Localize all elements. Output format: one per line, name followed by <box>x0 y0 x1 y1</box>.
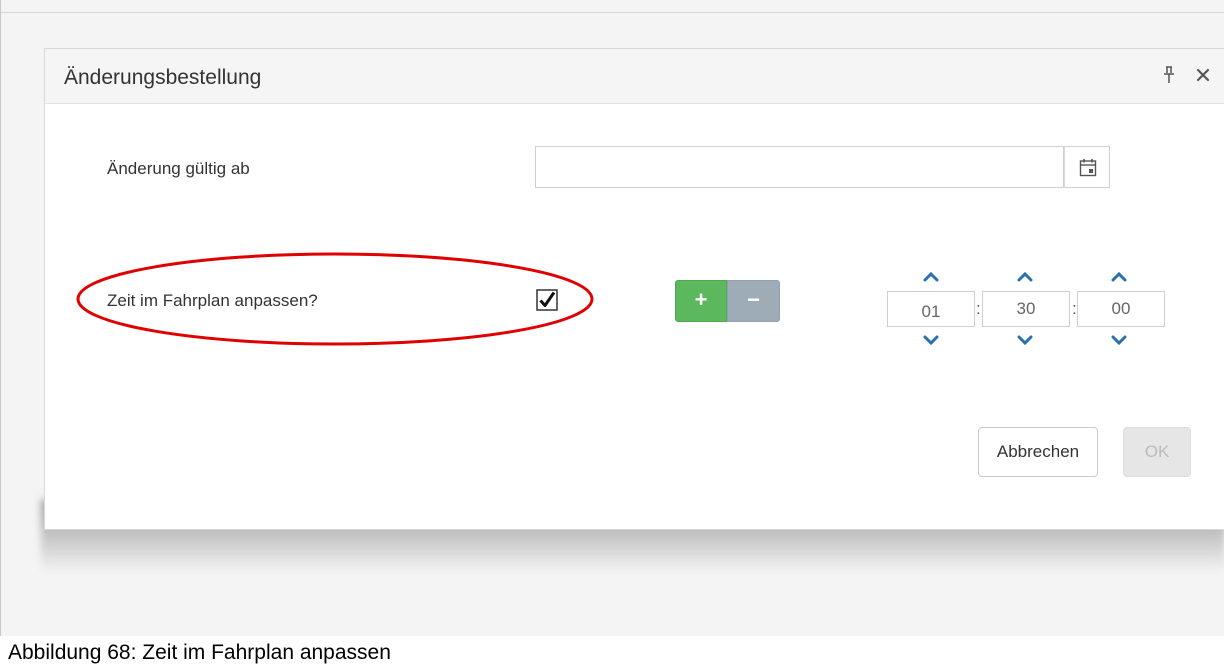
close-icon[interactable] <box>1195 67 1211 83</box>
minutes-value: 30 <box>1016 299 1036 318</box>
adjust-time-checkbox[interactable] <box>536 289 558 311</box>
seconds-field[interactable]: 00 <box>1077 291 1165 327</box>
change-order-dialog: Änderungsbestellung Änderung gültig ab Z… <box>44 48 1224 530</box>
minutes-field[interactable]: 30 <box>982 291 1070 327</box>
calendar-button[interactable] <box>1064 146 1110 188</box>
hours-value: 01 <box>921 302 941 321</box>
dialog-title: Änderungsbestellung <box>64 66 262 89</box>
time-separator: : <box>976 299 981 318</box>
adjust-time-label: Zeit im Fahrplan anpassen? <box>107 291 318 310</box>
pin-icon[interactable] <box>1161 65 1177 85</box>
seconds-down-icon[interactable] <box>1110 334 1128 346</box>
minutes-up-icon[interactable] <box>1016 271 1034 283</box>
valid-from-label: Änderung gültig ab <box>107 159 250 178</box>
hours-field[interactable]: 01 <box>887 291 975 327</box>
plus-button[interactable]: + <box>675 280 727 322</box>
app-frame: Änderungsbestellung Änderung gültig ab Z… <box>0 0 1224 636</box>
hours-up-icon[interactable] <box>922 271 940 283</box>
valid-from-input[interactable] <box>535 146 1064 188</box>
seconds-up-icon[interactable] <box>1110 271 1128 283</box>
dialog-header: Änderungsbestellung <box>45 49 1224 104</box>
figure-caption: Abbildung 68: Zeit im Fahrplan anpassen <box>8 641 391 664</box>
top-divider <box>1 12 1224 13</box>
minutes-down-icon[interactable] <box>1016 334 1034 346</box>
ok-button[interactable]: OK <box>1123 427 1191 477</box>
calendar-icon <box>1079 159 1097 177</box>
minus-button[interactable]: − <box>727 280 780 322</box>
cancel-button[interactable]: Abbrechen <box>978 427 1098 477</box>
hours-down-icon[interactable] <box>922 334 940 346</box>
seconds-value: 00 <box>1111 299 1131 318</box>
